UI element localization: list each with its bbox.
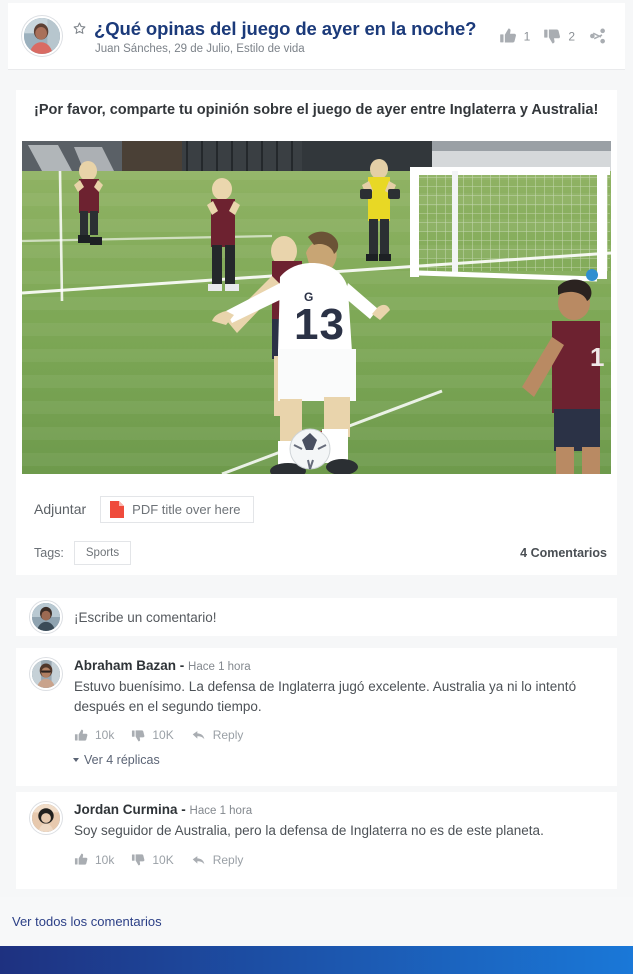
- comment-compose-box[interactable]: ¡Escribe un comentario!: [16, 598, 617, 636]
- comment-reply-label: Reply: [212, 728, 244, 743]
- star-outline-icon[interactable]: [72, 21, 87, 36]
- view-replies-toggle[interactable]: Ver 4 réplicas: [73, 753, 603, 768]
- avatar-photo: [32, 804, 60, 832]
- comment-text: Estuvo buenísimo. La defensa de Inglater…: [74, 679, 577, 714]
- page-title: ¿Qué opinas del juego de ayer en la noch…: [94, 17, 477, 39]
- comment-reply-button[interactable]: Reply: [191, 852, 244, 868]
- thumbs-up-icon: [74, 853, 88, 865]
- thumbs-down-icon: [544, 29, 561, 44]
- tag-label: Sports: [85, 546, 120, 559]
- thumbs-down-icon: [132, 854, 145, 866]
- comment-timestamp: Hace 1 hora: [189, 805, 253, 817]
- share-button[interactable]: [588, 27, 607, 46]
- post-meta: Juan Sánches, 29 de Julio, Estilo de vid…: [95, 42, 305, 55]
- tags-row: Tags: Sports 4 Comentarios: [16, 530, 617, 575]
- view-all-comments-link[interactable]: Ver todos los comentarios: [12, 914, 162, 929]
- thumbs-up-icon: [499, 28, 516, 43]
- avatar-photo: [32, 660, 60, 688]
- comment-author[interactable]: Abraham Bazan: [74, 658, 176, 673]
- tag-chip-sports[interactable]: Sports: [73, 540, 132, 565]
- dislike-button[interactable]: 2: [543, 27, 575, 46]
- comment-dislike-button[interactable]: 10K: [131, 728, 174, 743]
- post-subtitle: ¡Por favor, comparte tu opinión sobre el…: [34, 102, 599, 118]
- comment-dislike-count: 10K: [152, 852, 174, 867]
- comment-like-button[interactable]: 10k: [74, 728, 114, 743]
- share-icon: [590, 28, 605, 44]
- post-subtitle-card: ¡Por favor, comparte tu opinión sobre el…: [16, 90, 617, 130]
- post-page: ¿Qué opinas del juego de ayer en la noch…: [0, 0, 633, 974]
- comment-separator: -: [177, 802, 190, 817]
- comment-dislike-count: 10K: [152, 728, 174, 743]
- chevron-down-icon: [73, 758, 79, 763]
- comment-item-2: Jordan Curmina - Hace 1 hora Soy seguido…: [16, 792, 617, 889]
- comment-like-count: 10k: [95, 728, 115, 743]
- tags-label: Tags:: [34, 545, 64, 560]
- comments-count: 4 Comentarios: [520, 545, 607, 560]
- pdf-file-name: PDF title over here: [132, 501, 241, 517]
- comment-separator: -: [176, 658, 189, 673]
- comment-author[interactable]: Jordan Curmina: [74, 802, 178, 817]
- author-avatar[interactable]: [22, 16, 62, 56]
- comment-avatar[interactable]: [30, 802, 62, 834]
- avatar-photo: [24, 18, 60, 54]
- comment-avatar[interactable]: [30, 658, 62, 690]
- comment-timestamp: Hace 1 hora: [188, 661, 251, 673]
- post-title-block: ¿Qué opinas del juego de ayer en la noch…: [72, 18, 476, 55]
- footer: Ver todos los comentarios: [0, 897, 633, 946]
- svg-text:13: 13: [294, 300, 345, 349]
- comment-reply-button[interactable]: Reply: [191, 727, 244, 743]
- soccer-match-photo: G 13 1: [22, 141, 611, 474]
- comment-reply-label: Reply: [212, 852, 244, 867]
- reply-arrow-icon: [192, 855, 205, 864]
- post-actions: 1 2: [499, 27, 607, 46]
- comment-input-placeholder[interactable]: ¡Escribe un comentario!: [74, 610, 217, 625]
- svg-text:1: 1: [590, 342, 604, 372]
- comment-dislike-button[interactable]: 10K: [131, 852, 174, 867]
- comment-text: Soy seguidor de Australia, pero la defen…: [74, 823, 544, 838]
- comment-like-count: 10k: [95, 852, 115, 867]
- attachment-label: Adjuntar: [34, 501, 87, 517]
- dislike-count: 2: [568, 29, 575, 43]
- comment-like-button[interactable]: 10k: [74, 852, 114, 867]
- view-replies-label: Ver 4 réplicas: [84, 753, 160, 768]
- pdf-file-icon: [110, 500, 125, 518]
- attachment-row: Adjuntar PDF title over here: [16, 488, 617, 530]
- post-image-card: G 13 1: [16, 130, 617, 488]
- compose-avatar: [30, 601, 62, 633]
- post-header: ¿Qué opinas del juego de ayer en la noch…: [8, 3, 625, 70]
- like-count: 1: [523, 29, 531, 43]
- like-button[interactable]: 1: [499, 27, 531, 46]
- thumbs-down-icon: [132, 730, 145, 741]
- comment-item-1: Abraham Bazan - Hace 1 hora Estuvo buení…: [16, 648, 617, 786]
- reply-arrow-icon: [192, 731, 205, 740]
- avatar-photo: [32, 603, 60, 631]
- pdf-attachment-chip[interactable]: PDF title over here: [100, 495, 254, 523]
- thumbs-up-icon: [74, 729, 88, 741]
- post-image: G 13 1: [22, 141, 611, 474]
- bottom-gradient-bar: [0, 946, 633, 974]
